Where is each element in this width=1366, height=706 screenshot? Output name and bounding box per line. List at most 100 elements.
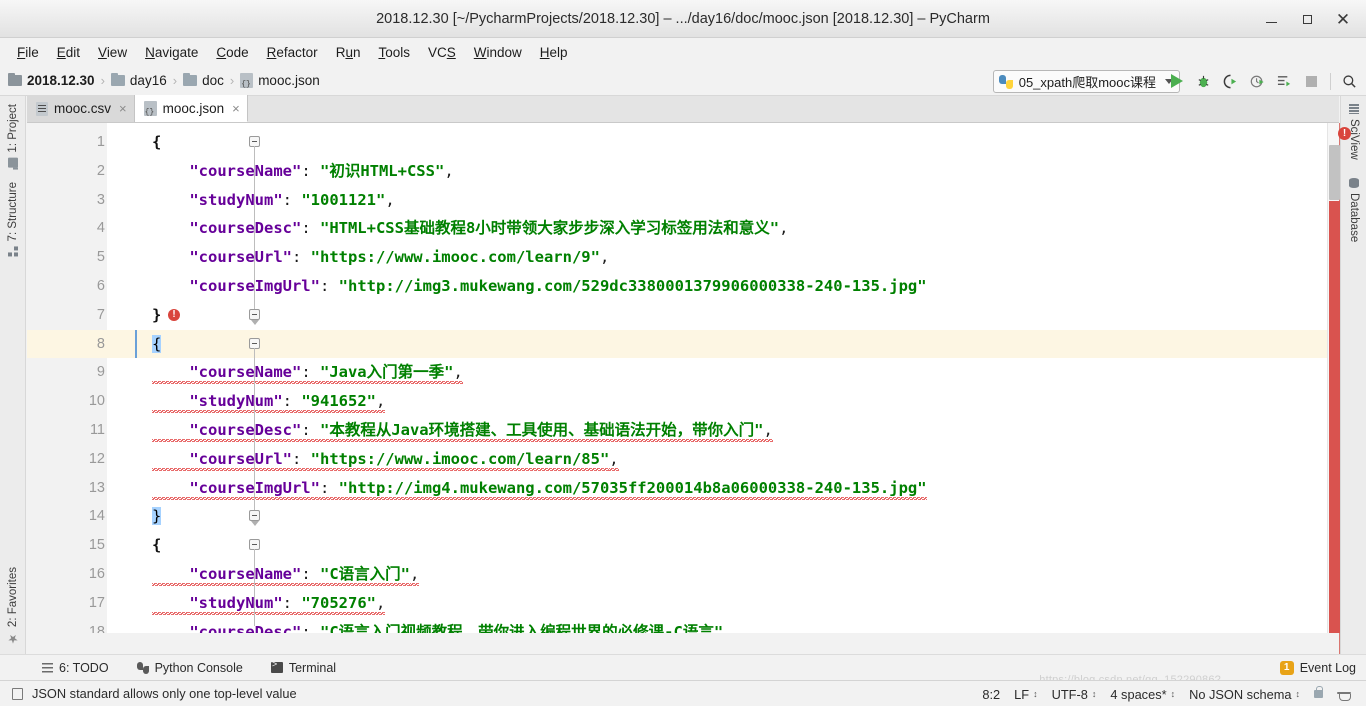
- menu-vcs[interactable]: VCS: [419, 42, 465, 63]
- code-token: ,: [763, 421, 773, 442]
- database-icon: [1349, 178, 1359, 188]
- event-log-button[interactable]: 1 Event Log: [1279, 655, 1356, 681]
- line-separator-widget[interactable]: LF ↕: [1007, 687, 1044, 702]
- breadcrumb-item-day16[interactable]: day16: [110, 72, 167, 88]
- editor-scrollbar[interactable]: [1327, 123, 1340, 633]
- message-icon[interactable]: [12, 687, 23, 700]
- code-token: "courseDesc": [189, 219, 302, 238]
- code-line[interactable]: 6 "courseImgUrl": "http://img3.mukewang.…: [27, 272, 1339, 301]
- code-line[interactable]: 16 "courseName": "C语言入门",: [27, 560, 1339, 589]
- read-only-toggle[interactable]: [1307, 686, 1330, 698]
- code-line-text: {: [152, 128, 161, 157]
- code-line[interactable]: 1{: [27, 128, 1339, 157]
- menu-help[interactable]: Help: [531, 42, 577, 63]
- line-number: 2: [96, 162, 105, 179]
- search-everywhere-icon[interactable]: [1341, 73, 1358, 90]
- code-token: {: [152, 334, 162, 353]
- bottom-tab-todo[interactable]: 6: TODO: [28, 661, 123, 675]
- sidebar-item-structure[interactable]: 7: Structure: [0, 178, 26, 260]
- breadcrumb-item-doc[interactable]: doc: [183, 72, 224, 88]
- menu-refactor[interactable]: Refactor: [258, 42, 327, 63]
- sidebar-item-database[interactable]: Database: [1341, 174, 1366, 246]
- line-number: 16: [88, 566, 105, 582]
- editor-tab-mooc-json[interactable]: mooc.json ×: [134, 95, 248, 122]
- code-line[interactable]: 12 "courseUrl": "https://www.imooc.com/l…: [27, 445, 1339, 474]
- debug-icon[interactable]: [1195, 73, 1212, 90]
- code-line[interactable]: 4 "courseDesc": "HTML+CSS基础教程8小时带领大家步步深入…: [27, 214, 1339, 243]
- code-line[interactable]: 5 "courseUrl": "https://www.imooc.com/le…: [27, 243, 1339, 272]
- menu-file[interactable]: File: [8, 42, 48, 63]
- code-line[interactable]: 11 "courseDesc": "本教程从Java环境搭建、工具使用、基础语法…: [27, 416, 1339, 445]
- error-marker-icon[interactable]: !: [168, 308, 180, 321]
- minimize-button[interactable]: [1254, 4, 1288, 34]
- bottom-tab-terminal[interactable]: Terminal: [257, 660, 350, 675]
- right-tool-strip: SciView Database: [1340, 96, 1366, 654]
- inspection-hat-icon: [1337, 688, 1351, 701]
- code-line[interactable]: 2 "courseName": "初识HTML+CSS",: [27, 157, 1339, 186]
- sidebar-item-label: 1: Project: [7, 104, 19, 153]
- toolbar-divider: [1330, 72, 1331, 90]
- code-line-text: "courseImgUrl": "http://img3.mukewang.co…: [152, 272, 926, 301]
- fold-end-icon[interactable]: [249, 308, 260, 320]
- indent-widget[interactable]: 4 spaces* ↕: [1103, 687, 1182, 702]
- error-count-marker[interactable]: !: [1338, 127, 1351, 140]
- code-line-text: "courseName": "Java入门第一季",: [152, 358, 463, 387]
- inspection-widget[interactable]: [1330, 688, 1358, 701]
- menu-window[interactable]: Window: [465, 42, 531, 63]
- code-line[interactable]: 7}!: [27, 301, 1339, 330]
- code-line[interactable]: 15 {: [27, 531, 1339, 560]
- menu-view[interactable]: View: [89, 42, 136, 63]
- code-token: "Java入门第一季": [319, 363, 454, 385]
- fold-end-icon[interactable]: [249, 510, 260, 522]
- sidebar-item-favorites[interactable]: ★ 2: Favorites: [0, 563, 26, 650]
- code-token: "courseUrl": [189, 449, 292, 471]
- bottom-tab-label: Terminal: [288, 660, 337, 675]
- code-line[interactable]: 14}: [27, 502, 1339, 531]
- run-dashboard-icon[interactable]: [1276, 73, 1293, 90]
- code-content[interactable]: 1{2 "courseName": "初识HTML+CSS", 3 "studyN…: [27, 123, 1339, 633]
- menu-run[interactable]: Run: [327, 42, 370, 63]
- editor-tab-mooc-csv[interactable]: mooc.csv ×: [27, 95, 135, 122]
- fold-region-line: [254, 549, 255, 626]
- close-icon[interactable]: ×: [232, 101, 240, 116]
- encoding-widget[interactable]: UTF-8 ↕: [1045, 687, 1104, 702]
- chevron-updown-icon: ↕: [1170, 688, 1176, 699]
- navigation-bar: 2018.12.30 › day16 › doc › mooc.json 05_xpath爬…: [0, 66, 1366, 96]
- stop-icon[interactable]: [1303, 73, 1320, 90]
- code-token: "courseName": [189, 565, 302, 586]
- sidebar-item-project[interactable]: 1: Project: [0, 100, 26, 172]
- maximize-button[interactable]: [1290, 4, 1324, 34]
- code-editor[interactable]: 1{2 "courseName": "初识HTML+CSS", 3 "studyN…: [27, 123, 1339, 633]
- run-icon[interactable]: [1168, 73, 1185, 90]
- profile-icon[interactable]: [1249, 73, 1266, 90]
- fold-region-line: [254, 146, 255, 309]
- code-line[interactable]: 18 "courseDesc": "C语言入门视频教程，带你进入编程世界的必修课…: [27, 618, 1339, 633]
- menu-navigate[interactable]: Navigate: [136, 42, 207, 63]
- scrollbar-thumb[interactable]: [1329, 145, 1340, 200]
- code-line[interactable]: 10 "studyNum": "941652",: [27, 387, 1339, 416]
- close-button[interactable]: ✕: [1326, 4, 1360, 34]
- code-line[interactable]: 9 "courseName": "Java入门第一季",: [27, 358, 1339, 387]
- code-line[interactable]: 13 "courseImgUrl": "http://img4.mukewang…: [27, 474, 1339, 503]
- error-stripe[interactable]: [1329, 201, 1340, 633]
- breadcrumb-item-2018-12-30[interactable]: 2018.12.30: [8, 72, 95, 88]
- menu-code[interactable]: Code: [207, 42, 257, 63]
- code-folding-column[interactable]: [137, 123, 260, 633]
- caret-position[interactable]: 8:2: [975, 687, 1007, 702]
- code-line[interactable]: 3 "studyNum": "1001121",: [27, 186, 1339, 215]
- code-token: :: [319, 277, 339, 295]
- json-file-icon: [240, 73, 254, 89]
- status-message: JSON standard allows only one top-level …: [0, 686, 297, 701]
- run-configuration-selector[interactable]: 05_xpath爬取mooc课程: [992, 70, 1180, 93]
- json-schema-widget[interactable]: No JSON schema ↕: [1182, 687, 1307, 702]
- window-title: 2018.12.30 [~/PycharmProjects/2018.12.30…: [376, 10, 990, 27]
- breadcrumb-item-mooc-json[interactable]: mooc.json: [240, 73, 320, 89]
- bottom-tab-python-console[interactable]: Python Console: [123, 661, 257, 675]
- menu-tools[interactable]: Tools: [369, 42, 419, 63]
- code-line[interactable]: 8{: [27, 329, 1339, 359]
- menu-edit[interactable]: Edit: [48, 42, 89, 63]
- run-with-coverage-icon[interactable]: [1222, 73, 1239, 90]
- code-line-text: "courseName": "初识HTML+CSS",: [152, 157, 453, 186]
- close-icon[interactable]: ×: [119, 101, 127, 116]
- code-line[interactable]: 17 "studyNum": "705276",: [27, 589, 1339, 618]
